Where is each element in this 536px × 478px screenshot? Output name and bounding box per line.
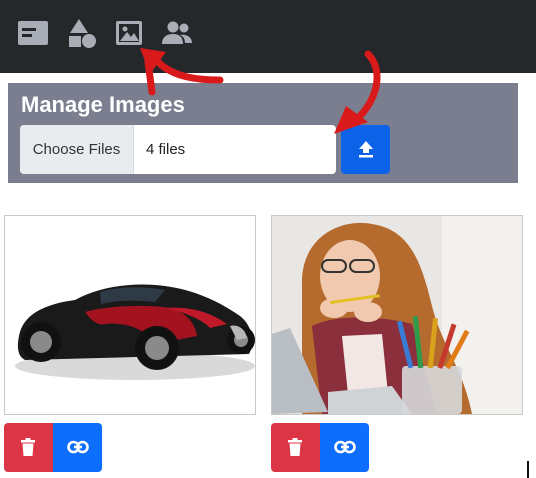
trash-icon: [288, 438, 302, 456]
link-icon: [334, 440, 356, 454]
card-icon[interactable]: [16, 17, 50, 49]
panel-title: Manage Images: [21, 92, 185, 117]
manage-images-panel: Manage Images Choose Files 4 files: [8, 83, 518, 183]
shapes-icon[interactable]: [66, 17, 100, 49]
choose-files-button[interactable]: Choose Files: [20, 125, 134, 174]
woman-studying-photo: [272, 216, 522, 414]
car-photo: [5, 216, 255, 414]
link-icon: [67, 440, 89, 454]
upload-button[interactable]: [341, 125, 390, 174]
top-nav-bar: [0, 0, 536, 73]
delete-image-button[interactable]: [271, 423, 320, 472]
selected-files-text: 4 files: [146, 141, 186, 158]
image-icon[interactable]: [112, 17, 146, 49]
file-input[interactable]: Choose Files 4 files: [20, 125, 336, 174]
copy-link-button[interactable]: [320, 423, 369, 472]
trash-icon: [21, 438, 35, 456]
delete-image-button[interactable]: [4, 423, 53, 472]
image-card-car: [4, 215, 256, 415]
users-icon[interactable]: [160, 17, 194, 49]
image-card-woman: [271, 215, 523, 415]
copy-link-button[interactable]: [53, 423, 102, 472]
upload-icon: [359, 141, 373, 158]
text-cursor: [527, 461, 529, 478]
